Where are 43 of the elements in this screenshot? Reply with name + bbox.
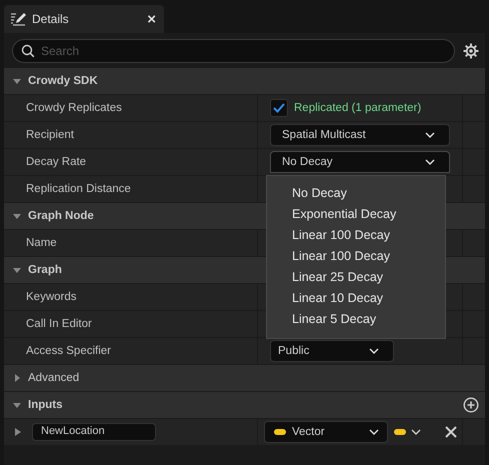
- close-button[interactable]: ×: [147, 10, 156, 28]
- section-header[interactable]: Inputs: [4, 392, 485, 419]
- settings-icon[interactable]: [463, 42, 479, 58]
- checkbox[interactable]: [270, 99, 288, 117]
- section-title: Inputs: [28, 399, 62, 411]
- dropdown[interactable]: Public: [270, 340, 394, 362]
- chevron-down-icon: [425, 132, 435, 138]
- chevron-down-icon: [369, 429, 379, 435]
- search-bar[interactable]: Search: [12, 38, 455, 62]
- section-title: Advanced: [28, 372, 80, 384]
- details-tab[interactable]: Details ×: [4, 5, 164, 33]
- type-dropdown[interactable]: Vector: [264, 421, 388, 443]
- checkbox-label: Replicated (1 parameter): [294, 102, 422, 114]
- property-label: Decay Rate: [26, 156, 86, 168]
- search-input[interactable]: Search: [41, 44, 446, 58]
- dropdown[interactable]: Spatial Multicast: [270, 124, 450, 146]
- menu-item[interactable]: Linear 5 Decay: [267, 309, 445, 330]
- search-icon: [21, 44, 35, 58]
- property-label: Call In Editor: [26, 318, 92, 330]
- menu-item[interactable]: Linear 10 Decay: [267, 288, 445, 309]
- section-header[interactable]: Crowdy SDK: [4, 68, 485, 95]
- add-icon[interactable]: [463, 397, 479, 413]
- property-label: Keywords: [26, 291, 76, 303]
- property-label: Replication Distance: [26, 183, 131, 195]
- name-field[interactable]: NewLocation: [32, 423, 156, 441]
- menu-item[interactable]: No Decay: [267, 183, 445, 204]
- chevron-down-icon: [369, 348, 379, 354]
- section-header[interactable]: Advanced: [4, 365, 485, 392]
- chevron-down-icon: [425, 159, 435, 165]
- section-title: Graph Node: [28, 210, 94, 222]
- dropdown[interactable]: No Decay: [270, 151, 450, 173]
- property-label: Crowdy Replicates: [26, 102, 122, 114]
- section-title: Crowdy SDK: [28, 75, 98, 87]
- property-label: Name: [26, 237, 57, 249]
- property-label: Recipient: [26, 129, 74, 141]
- menu-item[interactable]: Exponential Decay: [267, 204, 445, 225]
- tab-title: Details: [32, 12, 70, 26]
- caret-right-icon[interactable]: [14, 427, 22, 437]
- section-title: Graph: [28, 264, 62, 276]
- pencil-list-icon: [10, 11, 26, 27]
- property-label: Access Specifier: [26, 345, 112, 357]
- container-type-dropdown[interactable]: [394, 429, 421, 435]
- close-icon[interactable]: [445, 426, 457, 438]
